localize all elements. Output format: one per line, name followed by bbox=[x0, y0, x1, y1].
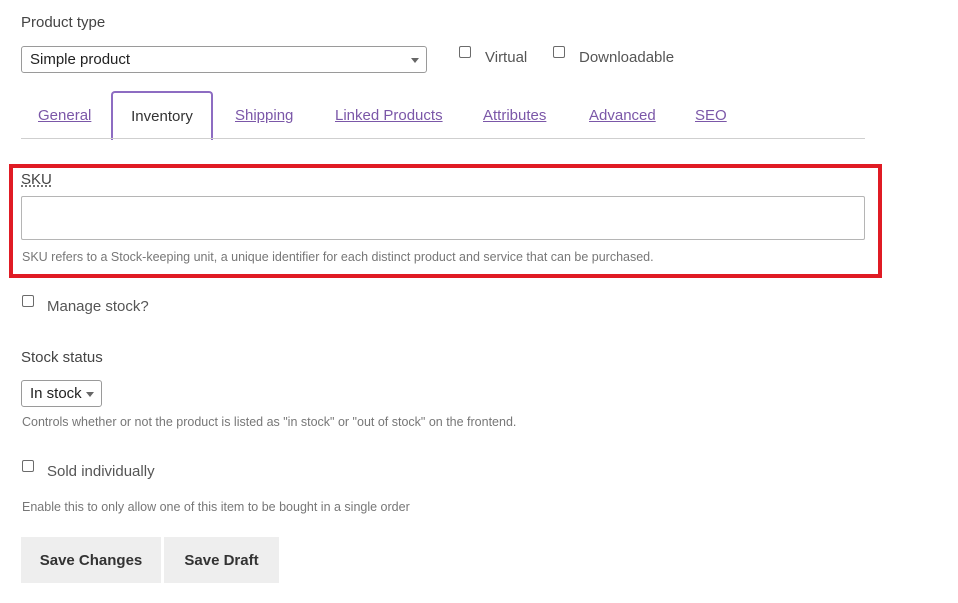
sku-input[interactable] bbox=[21, 196, 865, 240]
chevron-down-icon bbox=[411, 57, 419, 63]
stock-status-value: In stock bbox=[30, 385, 82, 402]
virtual-checkbox[interactable] bbox=[459, 46, 471, 58]
stock-status-help-text: Controls whether or not the product is l… bbox=[22, 415, 517, 429]
tab-general[interactable]: General bbox=[38, 107, 91, 124]
product-type-label: Product type bbox=[21, 14, 106, 31]
tab-inventory[interactable]: Inventory bbox=[111, 91, 213, 140]
chevron-down-icon bbox=[86, 391, 94, 397]
downloadable-checkbox[interactable] bbox=[553, 46, 565, 58]
tab-seo[interactable]: SEO bbox=[695, 107, 727, 124]
sold-individually-label: Sold individually bbox=[47, 463, 155, 480]
stock-status-label: Stock status bbox=[21, 349, 103, 366]
product-type-select[interactable]: Simple product bbox=[21, 46, 427, 73]
product-type-value: Simple product bbox=[30, 51, 131, 68]
sold-individually-checkbox[interactable] bbox=[22, 460, 34, 472]
tab-shipping[interactable]: Shipping bbox=[235, 107, 293, 124]
tab-linked-products[interactable]: Linked Products bbox=[335, 107, 443, 124]
tab-advanced[interactable]: Advanced bbox=[589, 107, 656, 124]
sold-individually-help-text: Enable this to only allow one of this it… bbox=[22, 500, 410, 514]
tab-inventory-label: Inventory bbox=[131, 108, 193, 125]
manage-stock-label: Manage stock? bbox=[47, 298, 149, 315]
sku-label: SKU bbox=[21, 171, 52, 188]
save-draft-button[interactable]: Save Draft bbox=[164, 537, 279, 583]
stock-status-select[interactable]: In stock bbox=[21, 380, 102, 407]
virtual-label: Virtual bbox=[485, 49, 528, 66]
sku-help-text: SKU refers to a Stock-keeping unit, a un… bbox=[22, 250, 654, 264]
downloadable-label: Downloadable bbox=[579, 49, 675, 66]
tab-attributes[interactable]: Attributes bbox=[483, 107, 546, 124]
manage-stock-checkbox[interactable] bbox=[22, 295, 34, 307]
tabs-divider bbox=[21, 138, 865, 139]
save-changes-button[interactable]: Save Changes bbox=[21, 537, 161, 583]
